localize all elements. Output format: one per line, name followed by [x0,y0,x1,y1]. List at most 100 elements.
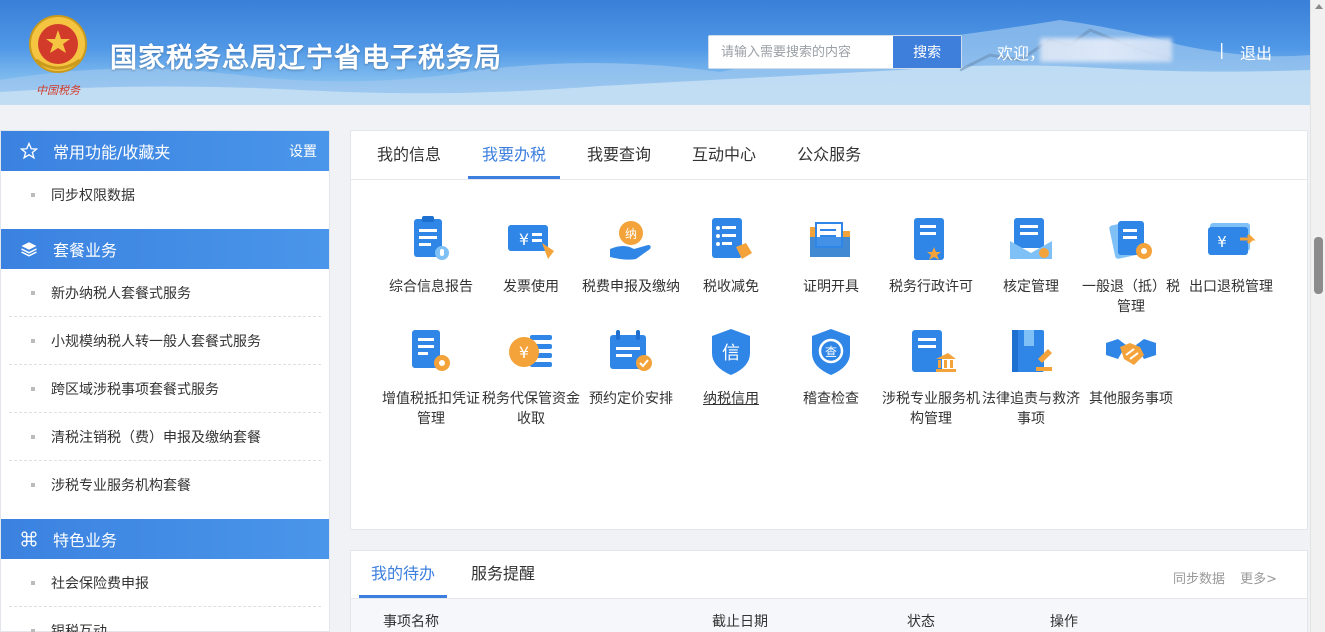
page-scrollbar[interactable] [1310,0,1325,632]
main-service-panel: 我的信息 我要办税 我要查询 互动中心 公众服务 综合信息报告 ¥ 发票使用 纳… [350,130,1308,530]
tile-pricing[interactable]: 预约定价安排 [581,325,681,409]
tile-label: 涉税专业服务机构管理 [882,391,980,427]
tax-relief-icon [704,213,758,267]
search-input[interactable] [709,36,894,68]
tile-label: 出口退税管理 [1189,279,1273,295]
pricing-icon [604,325,658,379]
tile-tax-relief[interactable]: 税收减免 [681,213,781,297]
search-button[interactable]: 搜索 [893,36,961,68]
sidebar-item-bank-tax[interactable]: 银税互动 [9,607,321,632]
svg-text:纳: 纳 [625,227,637,241]
tab-service-reminder[interactable]: 服务提醒 [459,551,547,598]
tile-tax-credit[interactable]: 信 纳税信用 [681,325,781,409]
column-header-status: 状态 [907,614,935,630]
sidebar-section-title: 常用功能/收藏夹 [53,143,171,162]
tile-verify-mgmt[interactable]: 核定管理 [981,213,1081,297]
sidebar-item-deregistration[interactable]: 清税注销税（费）申报及缴纳套餐 [9,413,321,461]
tab-query[interactable]: 我要查询 [573,131,665,179]
tile-agency-mgmt[interactable]: 涉税专业服务机构管理 [881,325,981,429]
tax-emblem-logo: 中国税务 [22,10,94,98]
tile-label: 增值税抵扣凭证管理 [382,391,480,427]
sidebar-section-title: 套餐业务 [53,241,118,260]
permit-icon [904,213,958,267]
sidebar-item-cross-region[interactable]: 跨区域涉税事项套餐式服务 [9,365,321,413]
tile-label: 纳税信用 [703,391,759,407]
more-link[interactable]: 更多> [1240,568,1277,587]
sidebar-item-label: 社会保险费申报 [51,575,149,592]
tile-label: 证明开具 [803,279,859,295]
sidebar-item-label: 清税注销税（费）申报及缴纳套餐 [51,429,261,446]
tile-label: 核定管理 [1003,279,1059,295]
sidebar-section-packages[interactable]: 套餐业务 [1,229,329,269]
tile-tax-declare[interactable]: 纳 税费申报及缴纳 [581,213,681,297]
sidebar-section-favorites[interactable]: 常用功能/收藏夹 设置 [1,131,329,171]
sync-data-link[interactable]: 同步数据 [1173,568,1225,587]
column-header-action: 操作 [1050,614,1078,630]
tile-label: 税收减免 [703,279,759,295]
scroll-up-arrow-icon[interactable] [1315,4,1323,9]
report-icon [404,213,458,267]
svg-text:¥: ¥ [1217,233,1227,251]
tile-custody-fund[interactable]: ¥ 税务代保管资金收取 [481,325,581,429]
logout-link[interactable]: 退出 [1240,40,1272,64]
svg-text:中国税务: 中国税务 [36,84,81,97]
tile-label: 法律追责与救济事项 [982,391,1080,427]
top-banner: 中国税务 国家税务总局辽宁省电子税务局 搜索 欢迎， | 退出 [0,0,1310,105]
todo-tabs: 我的待办 服务提醒 同步数据 更多> [351,551,1307,599]
sidebar-item-social-insurance[interactable]: 社会保险费申报 [9,559,321,607]
tab-my-info[interactable]: 我的信息 [363,131,455,179]
tab-public-service[interactable]: 公众服务 [783,131,875,179]
star-icon [19,141,39,161]
tax-payment-icon: 纳 [604,213,658,267]
tab-interaction[interactable]: 互动中心 [678,131,770,179]
law-icon [1004,325,1058,379]
svg-text:¥: ¥ [519,230,529,249]
tile-info-report[interactable]: 综合信息报告 [381,213,481,297]
svg-text:信: 信 [722,343,740,364]
tab-tax-handling[interactable]: 我要办税 [468,131,561,179]
scroll-thumb[interactable] [1314,237,1323,294]
todo-table-header: 事项名称 截止日期 状态 操作 [351,599,1307,632]
invoice-icon: ¥ [504,213,558,267]
tile-other-services[interactable]: 其他服务事项 [1081,325,1181,409]
tile-vat-credential[interactable]: 增值税抵扣凭证管理 [381,325,481,429]
sidebar-section-featured[interactable]: 特色业务 [1,519,329,559]
todo-panel: 我的待办 服务提醒 同步数据 更多> 事项名称 截止日期 状态 操作 [350,550,1308,632]
sidebar-item-label: 小规模纳税人转一般人套餐式服务 [51,333,261,350]
tile-label: 稽查检查 [803,391,859,407]
tile-general-refund[interactable]: 一般退（抵）税管理 [1081,213,1181,317]
tile-invoice[interactable]: ¥ 发票使用 [481,213,581,297]
handshake-icon [1104,325,1158,379]
agency-icon [904,325,958,379]
sidebar-item-small-to-general[interactable]: 小规模纳税人转一般人套餐式服务 [9,317,321,365]
export-refund-icon: ¥ [1204,213,1258,267]
sidebar-item-agency-package[interactable]: 涉税专业服务机构套餐 [9,461,321,509]
header-separator: | [1219,40,1225,59]
tab-my-todo[interactable]: 我的待办 [359,551,448,598]
tile-certificate[interactable]: 证明开具 [781,213,881,297]
tile-export-refund[interactable]: ¥ 出口退税管理 [1181,213,1281,297]
main-tabs: 我的信息 我要办税 我要查询 互动中心 公众服务 [351,131,1307,180]
column-header-deadline: 截止日期 [712,614,768,630]
command-icon [19,529,39,549]
tile-inspection[interactable]: 查 稽查检查 [781,325,881,409]
refund-icon [1104,213,1158,267]
tile-admin-permit[interactable]: 税务行政许可 [881,213,981,297]
sidebar-item-label: 新办纳税人套餐式服务 [51,285,191,302]
credit-icon: 信 [704,325,758,379]
welcome-text: 欢迎， [997,44,1046,63]
favorites-settings-link[interactable]: 设置 [289,141,317,161]
sidebar-item-label: 银税互动 [51,624,107,632]
tile-label: 税务代保管资金收取 [482,391,580,427]
svg-text:¥: ¥ [519,343,529,362]
sidebar-item-new-taxpayer[interactable]: 新办纳税人套餐式服务 [9,269,321,317]
sidebar-item-label: 涉税专业服务机构套餐 [51,478,191,494]
username-redacted [1040,38,1172,62]
sidebar: 常用功能/收藏夹 设置 同步权限数据 套餐业务 新办纳税人套餐式服务 小规模纳税… [0,130,330,632]
tile-label: 一般退（抵）税管理 [1082,279,1180,315]
sidebar-section-title: 特色业务 [53,531,118,550]
tile-label: 税费申报及缴纳 [582,279,680,295]
tile-legal[interactable]: 法律追责与救济事项 [981,325,1081,429]
sidebar-item-sync-permissions[interactable]: 同步权限数据 [9,171,321,219]
certificate-icon [804,213,858,267]
